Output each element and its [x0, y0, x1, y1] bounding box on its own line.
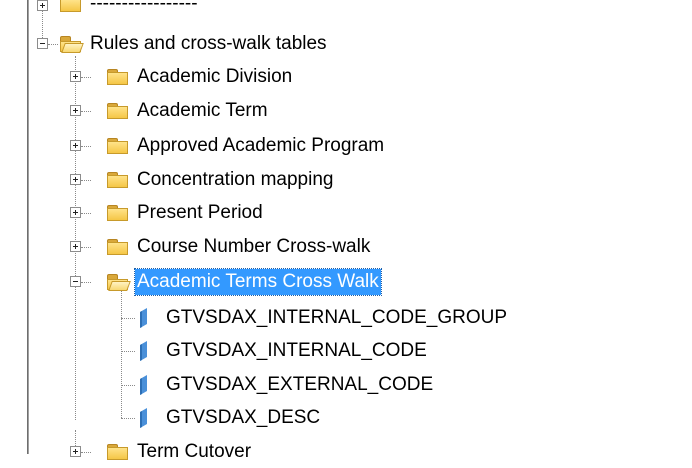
field-icon [140, 408, 147, 428]
folder-icon [107, 238, 129, 256]
tree-item-field[interactable]: GTVSDAX_DESC [138, 402, 322, 434]
tree-item-label: Rules and cross-walk tables [90, 33, 327, 54]
expand-toggle[interactable] [70, 140, 81, 151]
open-folder-icon [107, 273, 131, 291]
tree-line [81, 213, 91, 214]
tree-item-academic-term[interactable]: Academic Term [107, 95, 270, 127]
expand-toggle[interactable] [70, 207, 81, 218]
tree-item-course-number-cross-walk[interactable]: Course Number Cross-walk [107, 231, 372, 263]
tree-item-label: Academic Division [137, 66, 293, 87]
tree-item-label: GTVSDAX_INTERNAL_CODE [166, 340, 427, 361]
tree-line [81, 146, 91, 147]
tree-item-field[interactable]: GTVSDAX_INTERNAL_CODE [138, 335, 429, 367]
expand-toggle[interactable] [70, 174, 81, 185]
folder-icon [107, 171, 129, 189]
folder-icon [107, 102, 129, 120]
tree-line [121, 351, 135, 352]
tree-item-label: Concentration mapping [137, 169, 334, 190]
tree-item-label: Term Cutover [137, 441, 252, 462]
tree-line [81, 180, 91, 181]
tree-line [81, 111, 91, 112]
tree-item-academic-division[interactable]: Academic Division [107, 61, 294, 93]
tree-panel-border [0, 0, 29, 454]
tree-line [121, 385, 135, 386]
tree-item-academic-terms-cross-walk[interactable]: Academic Terms Cross Walk [107, 266, 382, 298]
expand-toggle[interactable] [70, 71, 81, 82]
field-icon [140, 375, 147, 395]
open-folder-icon [60, 35, 84, 53]
tree-line [81, 247, 91, 248]
tree-item-rules-and-cross-walk-tables[interactable]: Rules and cross-walk tables [60, 28, 329, 60]
tree-line [121, 290, 122, 418]
tree-item-top[interactable]: ----------------- [60, 0, 200, 20]
tree-item-label: Course Number Cross-walk [137, 236, 371, 257]
tree-item-field[interactable]: GTVSDAX_INTERNAL_CODE_GROUP [138, 302, 509, 334]
field-icon [140, 308, 147, 328]
tree-item-label: GTVSDAX_EXTERNAL_CODE [166, 374, 434, 395]
tree-item-label: GTVSDAX_DESC [166, 407, 321, 428]
tree-line [81, 282, 91, 283]
collapse-toggle[interactable] [70, 276, 81, 287]
folder-icon [107, 204, 129, 222]
tree-item-label: Approved Academic Program [137, 135, 385, 156]
tree-line [81, 452, 91, 453]
expand-toggle[interactable] [37, 0, 48, 11]
tree-item-label: ----------------- [90, 0, 198, 14]
tree-item-concentration-mapping[interactable]: Concentration mapping [107, 164, 335, 196]
tree-item-label: GTVSDAX_INTERNAL_CODE_GROUP [166, 307, 508, 328]
tree-item-label: Academic Term [137, 100, 268, 121]
tree-item-label: Present Period [137, 202, 263, 223]
tree-item-present-period[interactable]: Present Period [107, 197, 265, 229]
folder-icon [60, 0, 82, 13]
tree-line [121, 318, 135, 319]
expand-toggle[interactable] [70, 241, 81, 252]
expand-toggle[interactable] [70, 105, 81, 116]
folder-icon [107, 443, 129, 461]
collapse-toggle[interactable] [37, 38, 48, 49]
tree-item-term-cutover[interactable]: Term Cutover [107, 436, 253, 468]
tree-item-field[interactable]: GTVSDAX_EXTERNAL_CODE [138, 369, 435, 401]
folder-icon [107, 68, 129, 86]
expand-toggle[interactable] [70, 446, 81, 457]
tree-line [48, 44, 58, 45]
selected-tree-item-label: Academic Terms Cross Walk [134, 268, 382, 296]
tree-item-approved-academic-program[interactable]: Approved Academic Program [107, 130, 386, 162]
tree-line [121, 418, 135, 419]
folder-icon [107, 137, 129, 155]
field-icon [140, 341, 147, 361]
tree-line [81, 77, 91, 78]
